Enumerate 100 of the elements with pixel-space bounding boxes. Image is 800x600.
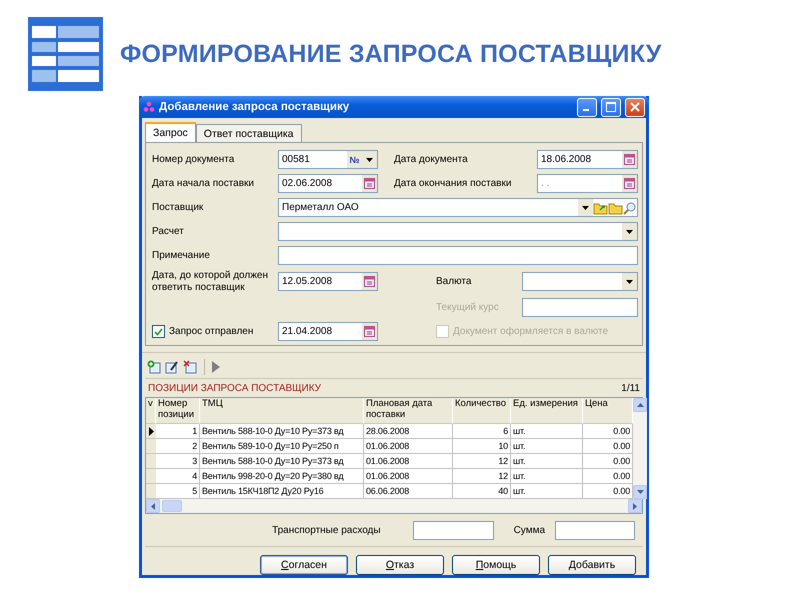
table-cell: 6 <box>453 424 511 439</box>
date-field[interactable]: 18.06.2008 <box>537 150 638 169</box>
dropdown-button[interactable] <box>362 151 377 168</box>
play-icon[interactable] <box>212 361 220 373</box>
field-label: Дата документа <box>394 154 469 166</box>
maximize-icon <box>606 102 616 112</box>
calendar-icon <box>364 276 375 287</box>
table-cell: шт. <box>511 454 583 469</box>
table-cell: Вентиль 588-10-0 Ду=10 Ру=373 вд <box>200 454 364 469</box>
folder-icon[interactable] <box>608 200 623 214</box>
scrollbar-thumb[interactable] <box>162 500 182 512</box>
column-header[interactable]: ТМЦ <box>200 398 364 424</box>
field-label: Поставщик <box>152 202 204 214</box>
date-field[interactable]: 12.05.2008 <box>278 272 378 291</box>
field-label: Документ оформляется в валюте <box>453 326 608 338</box>
rate-field[interactable] <box>522 298 638 317</box>
table-cell: шт. <box>511 424 583 439</box>
table-cell: 4 <box>156 469 200 484</box>
field-label: Дата начала поставки <box>152 178 256 190</box>
calendar-icon <box>364 178 375 189</box>
scroll-down-icon <box>636 490 644 494</box>
window-title: Добавление запроса поставщику <box>159 101 350 113</box>
dropdown-arrow-icon <box>366 158 373 162</box>
date-field[interactable]: . . <box>537 174 638 193</box>
folder-arrow-icon[interactable] <box>593 200 608 214</box>
grid-title: ПОЗИЦИИ ЗАПРОСА ПОСТАВЩИКУ <box>148 383 322 394</box>
current-row-icon <box>148 426 154 436</box>
sum-field[interactable] <box>555 521 635 540</box>
dropdown-button[interactable] <box>578 199 593 216</box>
table-cell: 1 <box>156 424 200 439</box>
transport-label: Транспортные расходы <box>272 525 381 536</box>
checkmark-icon <box>154 328 163 336</box>
checkbox[interactable] <box>152 325 165 338</box>
dropdown-button[interactable] <box>622 223 637 240</box>
note-field[interactable] <box>278 246 638 265</box>
sum-label: Сумма <box>514 525 545 536</box>
people-icon <box>143 101 155 113</box>
supplier-combo[interactable]: Перметалл ОАО <box>278 198 638 217</box>
dialog-button[interactable]: Отказ <box>356 555 444 575</box>
dialog-button[interactable]: Согласен <box>260 555 348 575</box>
delete-document-icon[interactable] <box>183 360 197 374</box>
transport-field[interactable] <box>412 521 494 540</box>
slide-title: ФОРМИРОВАНИЕ ЗАПРОСА ПОСТАВЩИКУ <box>120 40 662 68</box>
calendar-icon <box>624 178 635 189</box>
field-label: Запрос отправлен <box>169 326 254 338</box>
dialog-button[interactable]: Добавить <box>548 555 636 575</box>
edit-document-icon[interactable] <box>165 360 179 374</box>
field-label: Дата, до которой должен ответить поставщик <box>152 270 270 293</box>
table-cell: 28.06.2008 <box>364 424 453 439</box>
vertical-scrollbar[interactable] <box>633 398 647 499</box>
maximize-button[interactable] <box>601 98 621 116</box>
dropdown-arrow-icon <box>626 230 633 234</box>
close-icon <box>630 102 640 112</box>
table-cell: 0.00 <box>583 424 633 439</box>
column-header[interactable]: Номер позиции <box>156 398 200 424</box>
tab[interactable]: Запрос <box>145 122 196 142</box>
dropdown-arrow-icon <box>626 280 633 284</box>
horizontal-scrollbar[interactable] <box>146 499 642 513</box>
calendar-button[interactable] <box>362 273 377 290</box>
table-cell: 01.06.2008 <box>364 439 453 454</box>
record-counter: 1/11 <box>621 383 640 394</box>
column-header[interactable]: Ед. измерения <box>511 398 583 424</box>
column-header[interactable]: Цена <box>583 398 633 424</box>
close-button[interactable] <box>625 98 645 116</box>
calendar-button[interactable] <box>362 323 377 340</box>
table-cell: 3 <box>156 454 200 469</box>
calendar-button[interactable] <box>622 175 637 192</box>
table-cell: Вентиль 589-10-0 Ду=10 Ру=250 п <box>200 439 364 454</box>
field-label: Расчет <box>152 226 185 238</box>
number-button[interactable]: № <box>347 151 362 168</box>
scroll-right-icon <box>633 502 637 510</box>
calendar-button[interactable] <box>622 151 637 168</box>
column-header[interactable]: Количество <box>453 398 511 424</box>
tab[interactable]: Ответ поставщика <box>196 124 302 142</box>
column-header[interactable]: Плановая дата поставки <box>364 398 453 424</box>
table-cell: 0.00 <box>583 454 633 469</box>
field-label: Номер документа <box>152 154 236 166</box>
add-document-icon[interactable] <box>147 360 161 374</box>
dropdown-button[interactable] <box>622 273 637 290</box>
field-label: Примечание <box>152 250 211 262</box>
table-cell: 01.06.2008 <box>364 454 453 469</box>
number-field[interactable]: 00581 № <box>278 150 378 169</box>
field-label: Дата окончания поставки <box>394 178 512 190</box>
row-indicator[interactable] <box>146 424 156 439</box>
calendar-icon <box>364 326 375 337</box>
table-cell: 0.00 <box>583 439 633 454</box>
calendar-button[interactable] <box>362 175 377 192</box>
table-cell: 2 <box>156 439 200 454</box>
date-field[interactable]: 02.06.2008 <box>278 174 378 193</box>
column-header[interactable]: v <box>146 398 156 424</box>
date-field[interactable]: 21.04.2008 <box>278 322 378 341</box>
minimize-button[interactable] <box>577 98 597 116</box>
table-cell: 0.00 <box>583 469 633 484</box>
table-cell: шт. <box>511 469 583 484</box>
table-cell: 12 <box>453 469 511 484</box>
dialog-button[interactable]: Помощь <box>452 555 540 575</box>
table-cell: шт. <box>511 439 583 454</box>
dropdown-arrow-icon <box>582 206 589 210</box>
search-icon[interactable] <box>623 200 637 214</box>
table-cell: Вентиль 588-10-0 Ду=10 Ру=373 вд <box>200 424 364 439</box>
